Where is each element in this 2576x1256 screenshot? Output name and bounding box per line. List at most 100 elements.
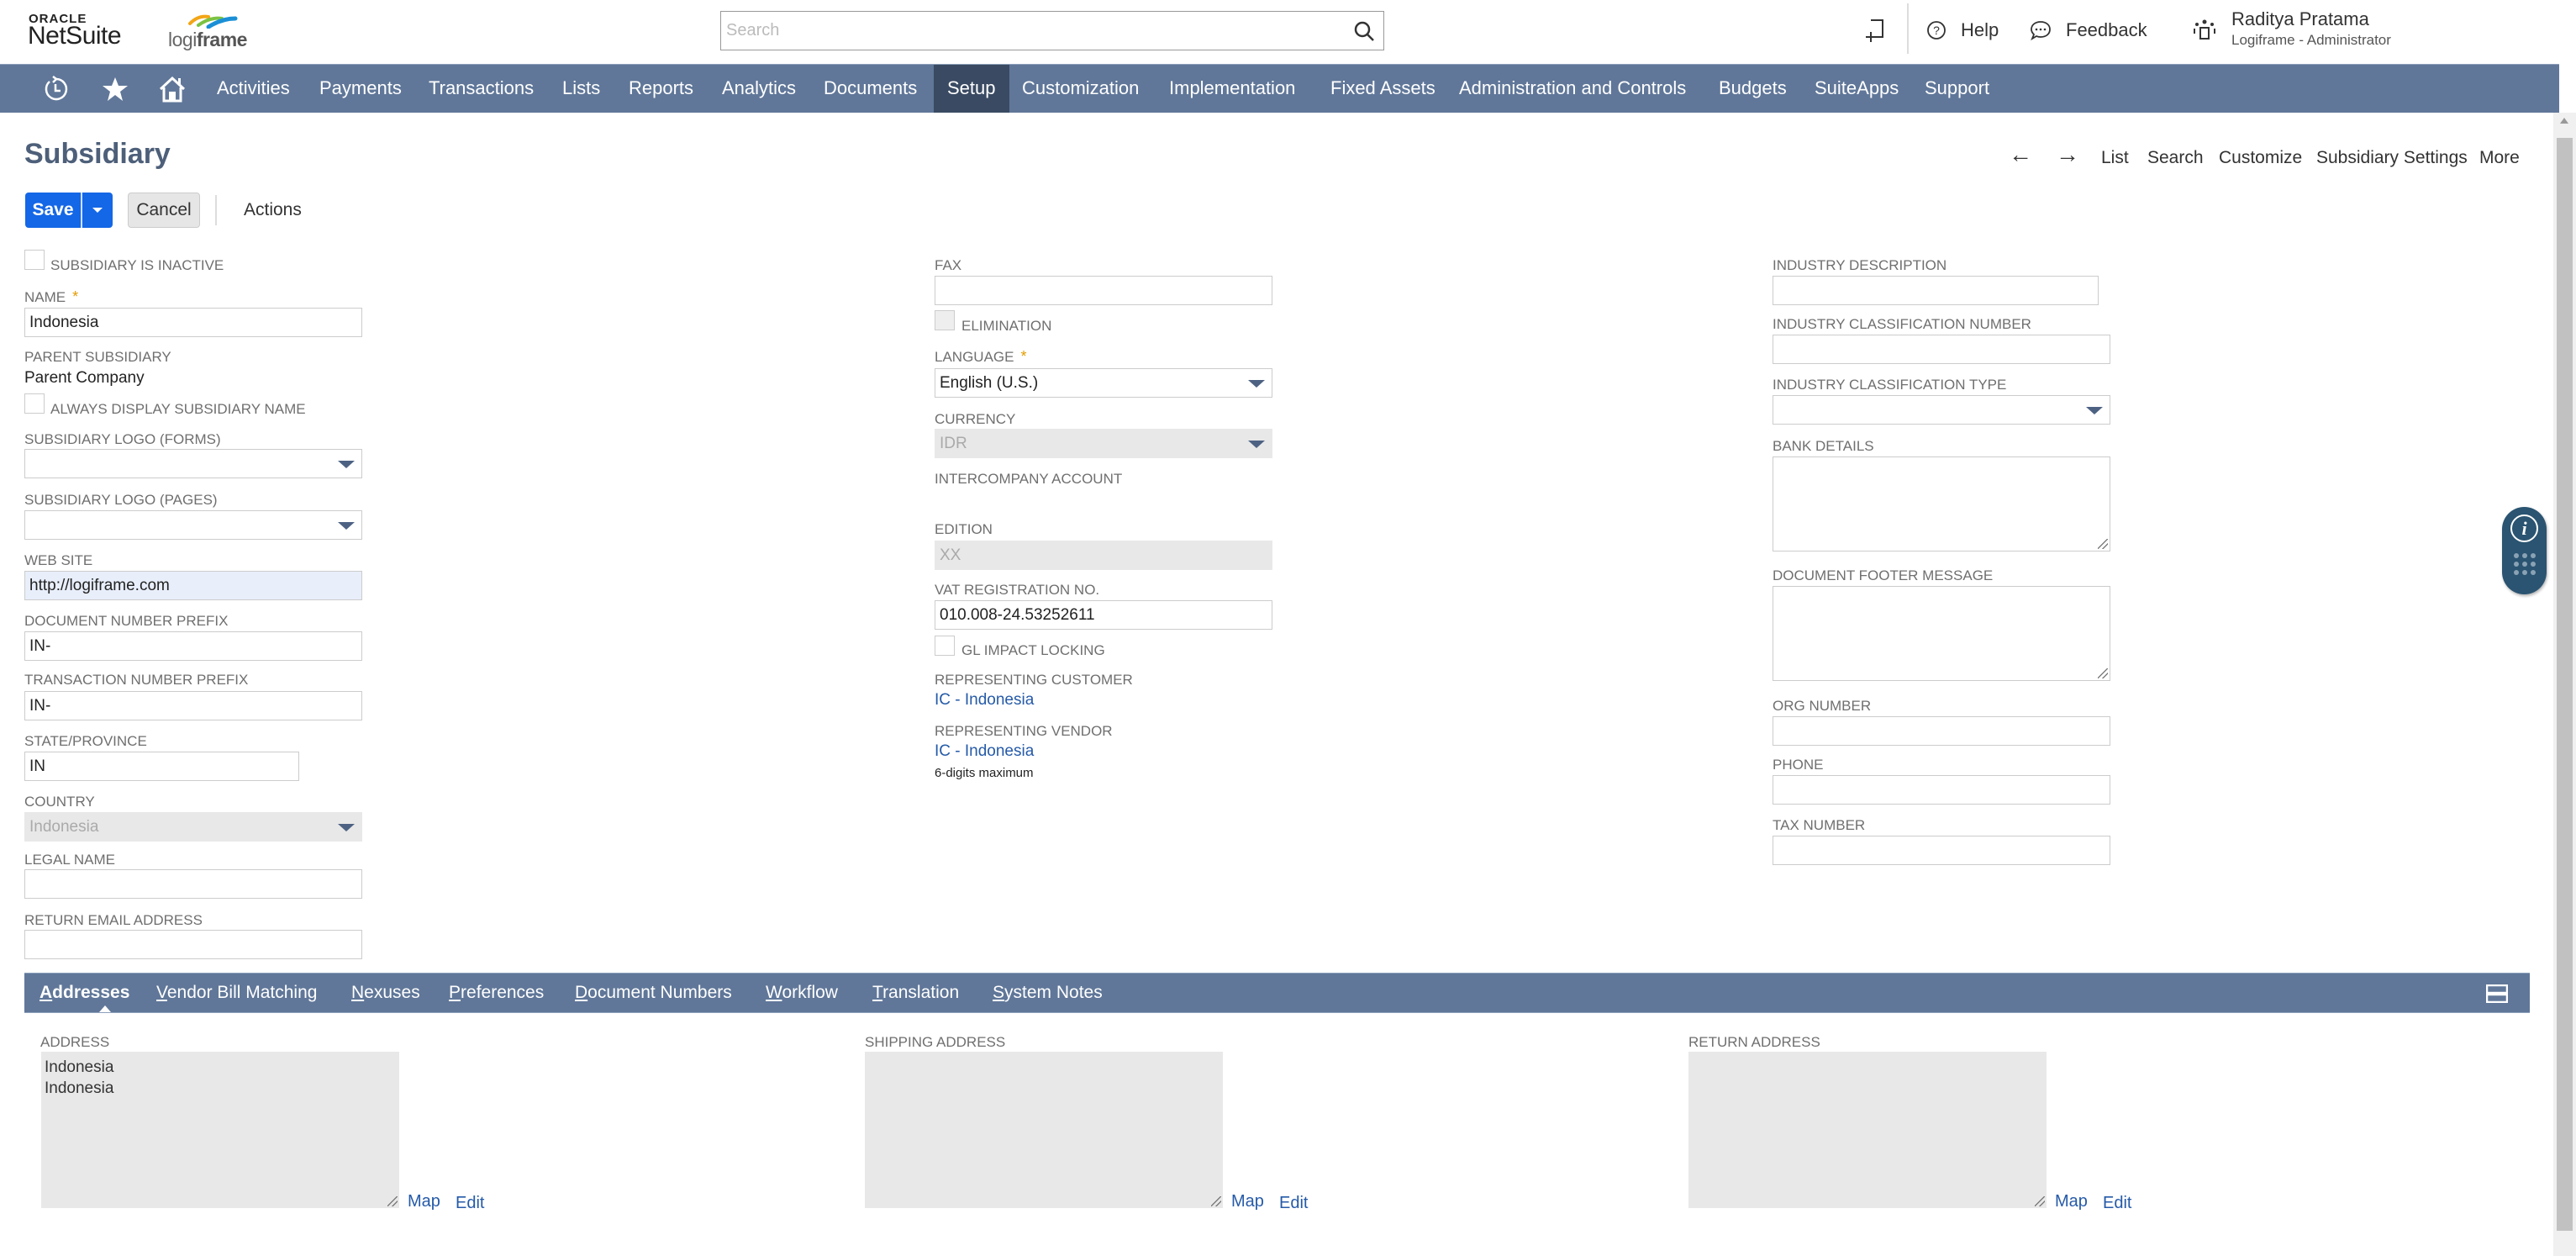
resize-grip-icon[interactable]: [2098, 539, 2108, 549]
industry-class-type-label: Industry Classification Type: [1773, 377, 2007, 393]
state-input[interactable]: [24, 752, 299, 781]
role-switch-icon[interactable]: [2192, 17, 2217, 42]
gl-impact-locking-checkbox[interactable]: [935, 636, 955, 656]
resize-grip-icon[interactable]: [2098, 668, 2108, 678]
nav-administration-and-controls[interactable]: Administration and Controls: [1451, 65, 1694, 113]
customize-link[interactable]: Customize: [2219, 148, 2302, 168]
nav-transactions[interactable]: Transactions: [420, 65, 542, 113]
nav-customization[interactable]: Customization: [1014, 65, 1147, 113]
info-icon[interactable]: i: [2510, 515, 2538, 542]
subtab-nexuses[interactable]: Nexuses: [351, 974, 420, 1012]
nav-analytics[interactable]: Analytics: [714, 65, 804, 113]
user-name[interactable]: Raditya Pratama: [2231, 8, 2369, 30]
subsidiary-settings-link[interactable]: Subsidiary Settings: [2316, 148, 2468, 168]
address-edit-link[interactable]: Edit: [456, 1194, 484, 1213]
language-select[interactable]: English (U.S.): [935, 368, 1272, 398]
tax-number-input[interactable]: [1773, 836, 2110, 865]
subtab-layout-toggle-icon[interactable]: [2486, 984, 2508, 1003]
subtab-addresses[interactable]: Addresses: [40, 974, 129, 1012]
save-options-dropdown-icon[interactable]: [82, 193, 113, 228]
nav-budgets[interactable]: Budgets: [1710, 65, 1795, 113]
always-display-name-checkbox[interactable]: [24, 393, 45, 414]
vat-input[interactable]: [935, 600, 1272, 630]
nav-implementation[interactable]: Implementation: [1161, 65, 1304, 113]
floating-help-widget[interactable]: i: [2502, 507, 2547, 594]
search-link[interactable]: Search: [2147, 148, 2204, 168]
resize-grip-icon[interactable]: [387, 1196, 398, 1206]
subtab-vendor-bill-matching[interactable]: Vendor Bill Matching: [156, 974, 317, 1012]
nav-payments[interactable]: Payments: [311, 65, 410, 113]
subtab-system-notes[interactable]: System Notes: [993, 974, 1103, 1012]
nav-lists[interactable]: Lists: [554, 65, 608, 113]
recent-records-icon[interactable]: [1864, 17, 1886, 44]
shipping-map-link[interactable]: Map: [1231, 1192, 1264, 1211]
save-button[interactable]: Save: [25, 193, 81, 228]
nav-activities[interactable]: Activities: [208, 65, 298, 113]
subtab-label: ranslation: [882, 983, 960, 1002]
forward-arrow-icon[interactable]: →: [2056, 141, 2079, 168]
svg-text:?: ?: [1933, 24, 1940, 37]
scroll-thumb[interactable]: [2557, 138, 2573, 1231]
return-email-input[interactable]: [24, 930, 362, 959]
legal-name-input[interactable]: [24, 869, 362, 899]
page-scrollbar[interactable]: [2553, 113, 2576, 1256]
back-arrow-icon[interactable]: ←: [2009, 141, 2032, 168]
subsidiary-inactive-checkbox[interactable]: [24, 250, 45, 270]
language-label: Language *: [935, 348, 1027, 366]
global-search-input[interactable]: [726, 17, 1348, 45]
subtab-workflow[interactable]: Workflow: [766, 974, 838, 1012]
txn-prefix-input[interactable]: [24, 691, 362, 720]
nav-support[interactable]: Support: [1916, 65, 1998, 113]
feedback-link[interactable]: Feedback: [2066, 19, 2147, 41]
user-role[interactable]: Logiframe - Administrator: [2231, 32, 2391, 49]
rep-customer-link[interactable]: IC - Indonesia: [935, 691, 1034, 710]
global-search[interactable]: [720, 11, 1384, 50]
history-icon[interactable]: [42, 75, 71, 103]
home-icon[interactable]: [158, 75, 187, 103]
resize-grip-icon[interactable]: [1211, 1196, 1221, 1206]
logo-forms-select[interactable]: [24, 449, 362, 478]
app-grid-icon[interactable]: [2514, 553, 2536, 575]
star-icon[interactable]: [101, 75, 129, 103]
fax-input[interactable]: [935, 276, 1272, 305]
logo-pages-select[interactable]: [24, 510, 362, 540]
nav-fixed-assets[interactable]: Fixed Assets: [1322, 65, 1444, 113]
subtab-document-numbers[interactable]: Document Numbers: [575, 974, 732, 1012]
cancel-button[interactable]: Cancel: [128, 193, 200, 228]
footer-message-textarea[interactable]: [1773, 586, 2110, 681]
subtab-label: exuses: [364, 983, 420, 1002]
vat-label: VAT Registration No.: [935, 582, 1100, 598]
nav-suiteapps[interactable]: SuiteApps: [1806, 65, 1907, 113]
nav-setup[interactable]: Setup: [934, 65, 1009, 113]
industry-class-number-input[interactable]: [1773, 335, 2110, 364]
scroll-up-arrow-icon[interactable]: [2560, 118, 2568, 124]
rep-vendor-link[interactable]: IC - Indonesia: [935, 742, 1034, 761]
address-map-link[interactable]: Map: [408, 1192, 440, 1211]
nav-documents[interactable]: Documents: [815, 65, 925, 113]
doc-prefix-input[interactable]: [24, 631, 362, 661]
actions-menu-button[interactable]: Actions: [244, 200, 302, 220]
help-icon[interactable]: ?: [1926, 20, 1946, 40]
return-edit-link[interactable]: Edit: [2103, 1194, 2131, 1213]
return-map-link[interactable]: Map: [2055, 1192, 2088, 1211]
subtab-preferences[interactable]: Preferences: [449, 974, 544, 1012]
industry-class-type-select[interactable]: [1773, 395, 2110, 425]
website-input[interactable]: [24, 571, 362, 600]
nav-reports[interactable]: Reports: [620, 65, 702, 113]
search-icon[interactable]: [1353, 20, 1375, 42]
name-input[interactable]: [24, 308, 362, 337]
more-link[interactable]: More: [2479, 148, 2520, 168]
netsuite-logo[interactable]: NetSuite: [28, 22, 122, 50]
fax-label: Fax: [935, 257, 962, 273]
help-link[interactable]: Help: [1961, 19, 1999, 41]
phone-input[interactable]: [1773, 775, 2110, 805]
subtab-translation[interactable]: Translation: [872, 974, 959, 1012]
feedback-icon[interactable]: [2030, 19, 2052, 41]
bank-details-textarea[interactable]: [1773, 456, 2110, 551]
industry-description-input[interactable]: [1773, 276, 2099, 305]
org-number-input[interactable]: [1773, 716, 2110, 746]
list-link[interactable]: List: [2101, 148, 2129, 168]
resize-grip-icon[interactable]: [2035, 1196, 2045, 1206]
shipping-edit-link[interactable]: Edit: [1279, 1194, 1308, 1213]
bank-details-label: Bank Details: [1773, 438, 1874, 454]
